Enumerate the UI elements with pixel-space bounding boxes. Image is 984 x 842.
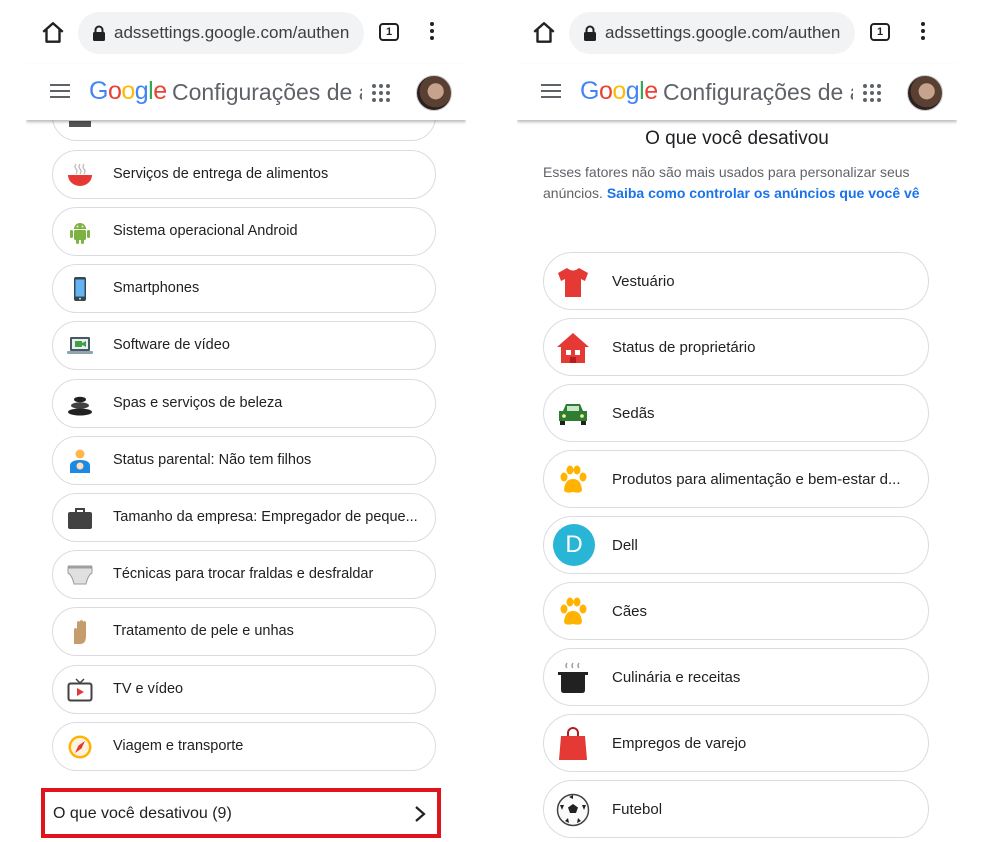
learn-more-link[interactable]: Saiba como controlar os anúncios que voc… [607,185,920,201]
list-item[interactable]: Vestuário [543,252,929,310]
list-item[interactable]: Técnicas para trocar fraldas e desfralda… [52,550,436,599]
list-item[interactable]: Sedãs [543,384,929,442]
shirt-icon [558,268,588,297]
google-header: Google Configurações de anúncios [517,64,957,120]
list-item[interactable]: Spas e serviços de beleza [52,379,436,428]
list-item[interactable]: Culinária e receitas [543,648,929,706]
url-bar[interactable]: adssettings.google.com/authen [78,12,364,54]
right-phone-screen: adssettings.google.com/authen 1 Google C… [517,0,957,842]
list-item[interactable]: Empregos de varejo [543,714,929,772]
shopping-bag-icon [559,727,587,760]
tv-icon [67,678,93,702]
video-laptop-icon [67,337,93,354]
paw-icon [560,465,587,493]
google-logo: Google [89,77,167,105]
cooking-pot-icon [558,662,588,693]
list-item[interactable]: TV e vídeo [52,665,436,714]
list-item[interactable]: Tratamento de pele e unhas [52,607,436,656]
page-title: Configurações de anúncios [663,79,853,105]
chevron-right-icon [415,806,426,822]
list-item[interactable]: Status parental: Não tem filhos [52,436,436,485]
list-item[interactable]: Smartphones [52,264,436,313]
browser-toolbar: adssettings.google.com/authen 1 [26,0,466,64]
list-item[interactable]: Status de proprietário [543,318,929,376]
list-item[interactable]: Futebol [543,780,929,838]
food-bowl-icon [68,163,92,186]
avatar[interactable] [416,75,452,111]
google-header: Google Configurações de anúncios [26,64,466,120]
dell-letter-icon: D [553,524,595,566]
apps-grid-icon[interactable] [863,84,881,102]
car-icon [559,404,587,425]
house-icon [557,333,589,363]
list-item[interactable]: Serviços de entrega de alimentos [52,150,436,199]
home-icon[interactable] [40,20,66,46]
section-description: Esses fatores não são mais usados para p… [543,164,920,201]
tab-switcher-button[interactable]: 1 [870,23,890,41]
url-bar[interactable]: adssettings.google.com/authen [569,12,855,54]
spa-stones-icon [68,396,92,416]
avatar[interactable] [907,75,943,111]
android-icon [70,223,90,244]
hand-icon [74,620,86,644]
list-item[interactable]: Software de vídeo [52,321,436,370]
parent-icon [70,449,90,473]
more-options-icon[interactable] [919,22,927,44]
list-item[interactable]: Sistema operacional Android [52,207,436,256]
list-item[interactable]: Viagem e transporte [52,722,436,771]
list-item[interactable]: Tamanho da empresa: Empregador de peque.… [52,493,436,542]
lock-icon [584,25,596,41]
more-options-icon[interactable] [428,22,436,44]
list-item[interactable]: Produtos para alimentação e bem-estar d.… [543,450,929,508]
diaper-icon [67,565,93,585]
briefcase-icon [68,508,92,529]
tab-switcher-button[interactable]: 1 [379,23,399,41]
home-icon[interactable] [531,20,557,46]
lock-icon [93,25,105,41]
section-heading: O que você desativou [645,128,829,149]
soccer-ball-icon [556,793,590,827]
url-text: adssettings.google.com/authen [605,23,841,42]
google-logo: Google [580,77,658,105]
menu-icon[interactable] [50,84,70,99]
left-phone-screen: Google Configurações de anúncios adssett… [26,0,466,842]
menu-icon[interactable] [541,84,561,99]
page-title: Configurações de anúncios [172,79,362,105]
partial-icon [67,121,93,145]
paw-icon [560,597,587,625]
browser-toolbar: adssettings.google.com/authen 1 [517,0,957,64]
list-item[interactable]: Cães [543,582,929,640]
compass-icon [68,735,92,759]
apps-grid-icon[interactable] [372,84,390,102]
smartphone-icon [74,277,86,301]
url-text: adssettings.google.com/authen [114,23,350,42]
list-item[interactable]: D Dell [543,516,929,574]
disabled-topics-link[interactable]: O que você desativou (9) [41,788,441,838]
